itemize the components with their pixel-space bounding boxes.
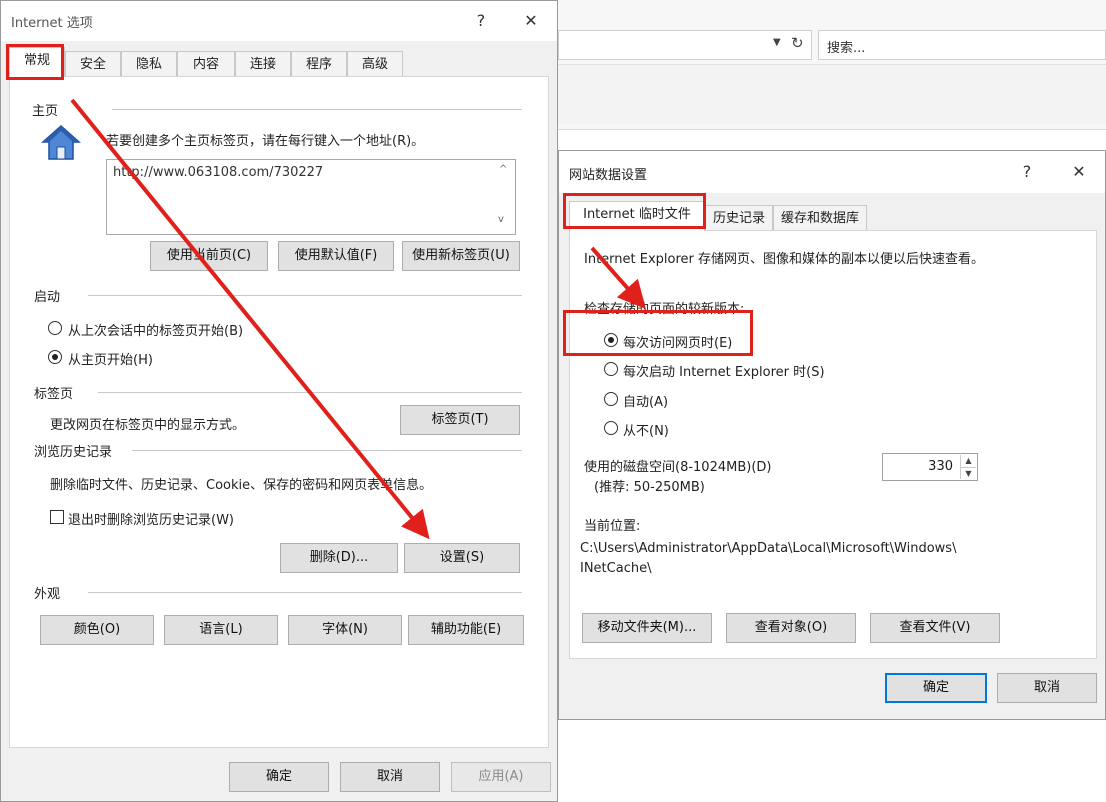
dropdown-icon[interactable]: ▼ — [773, 37, 781, 48]
tabs-separator — [98, 392, 522, 393]
homepage-description: 若要创建多个主页标签页，请在每行键入一个地址(R)。 — [106, 134, 425, 149]
disk-space-hint: (推荐: 50-250MB) — [594, 480, 705, 495]
dialog-title: Internet 选项 — [11, 16, 93, 31]
temp-files-panel: Internet Explorer 存储网页、图像和媒体的副本以便以后快速查看。… — [569, 230, 1097, 659]
appearance-separator — [88, 592, 522, 593]
website-data-title: 网站数据设置 — [569, 168, 648, 183]
startup-group-label: 启动 — [34, 290, 61, 305]
every-visit-label: 每次访问网页时(E) — [623, 336, 733, 351]
browser-background: ▼ ↻ 搜索... — [558, 0, 1106, 130]
use-default-button[interactable]: 使用默认值(F) — [278, 241, 394, 271]
history-group-label: 浏览历史记录 — [34, 445, 113, 460]
languages-button[interactable]: 语言(L) — [164, 615, 278, 645]
radio-every-visit[interactable] — [604, 333, 618, 347]
accessibility-button[interactable]: 辅助功能(E) — [408, 615, 524, 645]
help-icon[interactable]: ? — [465, 8, 497, 34]
colors-button[interactable]: 颜色(O) — [40, 615, 154, 645]
delete-button[interactable]: 删除(D)... — [280, 543, 398, 573]
fonts-button[interactable]: 字体(N) — [288, 615, 402, 645]
close-icon[interactable]: ✕ — [515, 8, 547, 34]
tab-cache-db[interactable]: 缓存和数据库 — [773, 205, 867, 231]
general-panel: 主页 若要创建多个主页标签页，请在每行键入一个地址(R)。 http://www… — [9, 76, 549, 748]
use-current-button[interactable]: 使用当前页(C) — [150, 241, 268, 271]
tabs-settings-button[interactable]: 标签页(T) — [400, 405, 520, 435]
move-folder-button[interactable]: 移动文件夹(M)... — [582, 613, 712, 643]
radio-never[interactable] — [604, 421, 618, 435]
delete-history-on-exit-label: 退出时删除浏览历史记录(W) — [68, 513, 234, 528]
browser-toolbar — [558, 64, 1106, 124]
apply-button[interactable]: 应用(A) — [451, 762, 551, 792]
current-location-path-line1: C:\Users\Administrator\AppData\Local\Mic… — [580, 541, 957, 556]
radio-automatic[interactable] — [604, 392, 618, 406]
delete-history-on-exit-checkbox[interactable] — [50, 510, 64, 524]
check-newer-label: 检查存储的页面的较新版本: — [584, 302, 745, 317]
homepage-url-textarea[interactable]: http://www.063108.com/730227 ^ v — [106, 159, 516, 235]
internet-options-dialog: Internet 选项 ? ✕ 常规 安全 隐私 内容 连接 程序 高级 主页 … — [0, 0, 558, 802]
website-data-close-icon[interactable]: ✕ — [1063, 159, 1095, 185]
automatic-label: 自动(A) — [623, 395, 669, 410]
disk-space-value: 330 — [928, 459, 953, 474]
stepper-up-icon[interactable]: ▲ — [960, 455, 976, 467]
history-description: 删除临时文件、历史记录、Cookie、保存的密码和网页表单信息。 — [50, 478, 433, 493]
temp-files-description: Internet Explorer 存储网页、图像和媒体的副本以便以后快速查看。 — [584, 252, 985, 267]
stepper-down-icon[interactable]: ▼ — [960, 467, 976, 479]
tab-content[interactable]: 内容 — [177, 51, 235, 77]
never-label: 从不(N) — [623, 424, 669, 439]
website-data-help-icon[interactable]: ? — [1011, 159, 1043, 185]
tab-security[interactable]: 安全 — [65, 51, 121, 77]
homepage-group-label: 主页 — [32, 104, 59, 119]
startup-separator — [88, 295, 522, 296]
history-separator — [132, 450, 522, 451]
website-data-ok-button[interactable]: 确定 — [885, 673, 987, 703]
ok-button[interactable]: 确定 — [229, 762, 329, 792]
house-icon — [41, 124, 81, 160]
website-data-cancel-button[interactable]: 取消 — [997, 673, 1097, 703]
tab-advanced[interactable]: 高级 — [347, 51, 403, 77]
tab-temp-files[interactable]: Internet 临时文件 — [569, 201, 705, 231]
tabs-group-label: 标签页 — [34, 387, 74, 402]
refresh-icon[interactable]: ↻ — [791, 34, 804, 52]
scroll-up-icon[interactable]: ^ — [499, 164, 507, 175]
use-newtab-button[interactable]: 使用新标签页(U) — [402, 241, 520, 271]
address-bar[interactable]: ▼ ↻ — [558, 30, 812, 60]
website-data-title-bar: 网站数据设置 ? ✕ — [559, 151, 1105, 193]
tabs-description: 更改网页在标签页中的显示方式。 — [50, 418, 246, 433]
tab-programs[interactable]: 程序 — [291, 51, 347, 77]
title-bar: Internet 选项 ? ✕ — [1, 1, 557, 41]
homepage-separator — [112, 109, 522, 110]
start-homepage-label: 从主页开始(H) — [68, 353, 153, 368]
tab-connections[interactable]: 连接 — [235, 51, 291, 77]
start-last-session-label: 从上次会话中的标签页开始(B) — [68, 324, 244, 339]
disk-space-label: 使用的磁盘空间(8-1024MB)(D) — [584, 460, 772, 475]
search-placeholder: 搜索... — [827, 41, 866, 56]
view-files-button[interactable]: 查看文件(V) — [870, 613, 1000, 643]
current-location-label: 当前位置: — [584, 519, 641, 534]
radio-every-start[interactable] — [604, 362, 618, 376]
every-start-label: 每次启动 Internet Explorer 时(S) — [623, 365, 825, 380]
tab-privacy[interactable]: 隐私 — [121, 51, 177, 77]
tab-history[interactable]: 历史记录 — [705, 205, 773, 231]
cancel-button[interactable]: 取消 — [340, 762, 440, 792]
current-location-path-line2: INetCache\ — [580, 561, 652, 576]
radio-start-homepage[interactable] — [48, 350, 62, 364]
appearance-group-label: 外观 — [34, 587, 61, 602]
scroll-down-icon[interactable]: v — [498, 214, 504, 225]
tab-general[interactable]: 常规 — [9, 47, 65, 77]
radio-start-last-session[interactable] — [48, 321, 62, 335]
homepage-url: http://www.063108.com/730227 — [113, 165, 324, 180]
view-objects-button[interactable]: 查看对象(O) — [726, 613, 856, 643]
search-box[interactable]: 搜索... — [818, 30, 1106, 60]
disk-space-stepper[interactable]: 330 ▲ ▼ — [882, 453, 978, 481]
website-data-dialog: 网站数据设置 ? ✕ Internet 临时文件 历史记录 缓存和数据库 Int… — [558, 150, 1106, 720]
history-settings-button[interactable]: 设置(S) — [404, 543, 520, 573]
